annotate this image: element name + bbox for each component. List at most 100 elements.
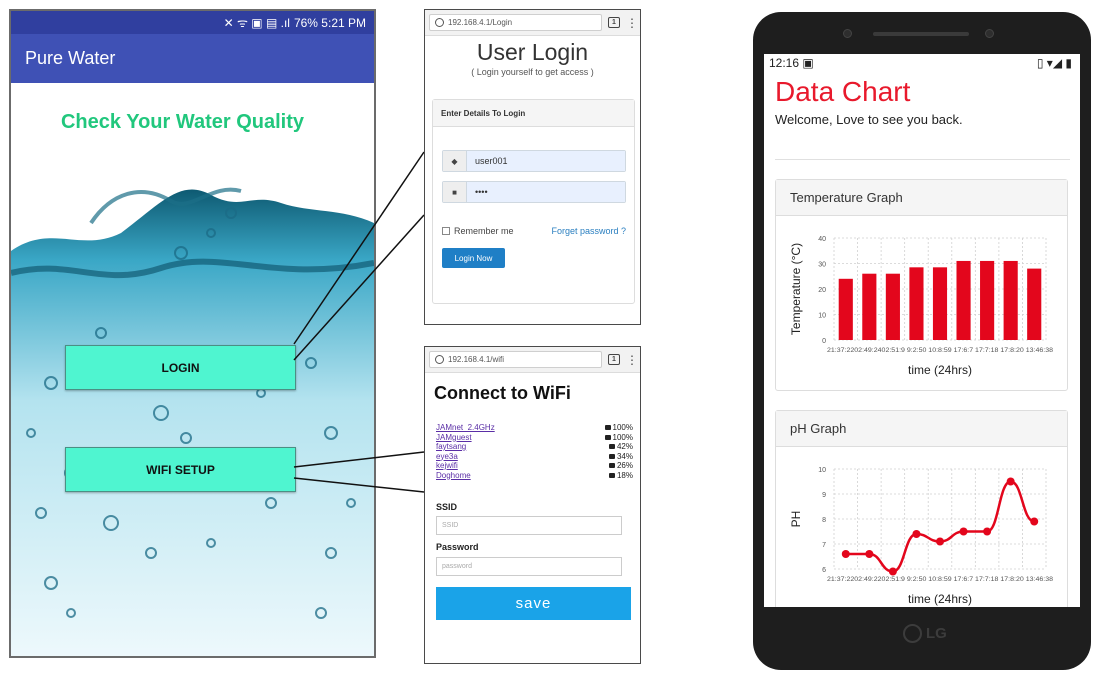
network-name[interactable]: eye3a xyxy=(436,452,458,462)
app-bar: Pure Water xyxy=(11,34,374,83)
login-browser-window: 192.168.4.1/Login 1 ⋮ User Login ( Login… xyxy=(424,9,641,325)
menu-icon[interactable]: ⋮ xyxy=(626,354,638,366)
y-tick-label: 40 xyxy=(818,236,826,243)
data-point xyxy=(912,530,921,538)
wifi-browser-window: 192.168.4.1/wifi 1 ⋮ Connect to WiFi JAM… xyxy=(424,346,641,664)
network-signal: 26% xyxy=(616,461,633,470)
network-row[interactable]: JAMnet_2.4GHz 100% xyxy=(436,423,633,433)
ssid-input[interactable]: SSID xyxy=(436,516,622,535)
lock-icon xyxy=(604,434,611,440)
bar xyxy=(909,267,924,340)
speaker-grille xyxy=(873,32,969,36)
status-time: 12:16 xyxy=(769,56,800,70)
ph-graph-card: pH Graph 6 7 8 9 10 21:37:2202:49:2202:51:9 9… xyxy=(775,410,1068,607)
network-row[interactable]: JAMguest 100% xyxy=(436,433,633,443)
remember-label: Remember me xyxy=(454,226,514,236)
headline: Check Your Water Quality xyxy=(60,111,305,133)
bar xyxy=(980,260,995,340)
tag-icon: ◆ xyxy=(443,151,467,171)
x-tick-labels: 21:37:2202:49:2402:51:9 9:2:50 10:8:59 1… xyxy=(827,347,1053,354)
temperature-graph-heading: Temperature Graph xyxy=(776,180,1067,216)
temperature-chart: 0 10 20 30 40 21:37:2202:49:2402:51:9 9:2:50 … xyxy=(789,236,1053,377)
sensor-icon xyxy=(985,29,994,38)
remember-me[interactable]: Remember me xyxy=(442,226,514,236)
username-field[interactable]: ◆ user001 xyxy=(442,150,626,172)
lock-icon xyxy=(608,444,615,449)
network-signal: 42% xyxy=(616,442,633,451)
data-point xyxy=(841,550,850,558)
bar xyxy=(838,278,853,340)
network-name[interactable]: kejwifi xyxy=(436,461,458,471)
tabs-icon[interactable]: 1 xyxy=(608,17,620,28)
browser-toolbar: 192.168.4.1/Login 1 ⋮ xyxy=(425,10,640,36)
y-tick-label: 20 xyxy=(818,287,826,294)
x-tick-labels: 21:37:2202:49:2202:51:9 9:2:50 10:8:59 1… xyxy=(827,576,1053,583)
divider xyxy=(775,159,1070,160)
ph-chart: 6 7 8 9 10 21:37:2202:49:2202:51:9 9:2:50 10:… xyxy=(789,467,1053,606)
network-row[interactable]: Doghome 18% xyxy=(436,471,633,481)
lock-icon xyxy=(608,453,615,459)
x-axis-label: time (24hrs) xyxy=(908,363,972,377)
lg-logo: LG xyxy=(903,624,947,643)
globe-icon xyxy=(435,18,444,27)
y-tick-label: 9 xyxy=(822,492,826,499)
password-value[interactable]: •••• xyxy=(467,182,625,202)
ph-graph-heading: pH Graph xyxy=(776,411,1067,447)
app-title: Pure Water xyxy=(25,48,116,68)
wifi-setup-button[interactable]: WIFI SETUP xyxy=(65,447,296,492)
browser-toolbar: 192.168.4.1/wifi 1 ⋮ xyxy=(425,347,640,373)
ssid-label: SSID xyxy=(436,502,458,512)
save-button[interactable]: save xyxy=(436,587,631,620)
image-icon: ▣ xyxy=(802,56,814,70)
url-text: 192.168.4.1/Login xyxy=(448,18,513,27)
login-now-button[interactable]: Login Now xyxy=(442,248,505,268)
password-field[interactable]: ■ •••• xyxy=(442,181,626,203)
temperature-graph-card: Temperature Graph 0 10 20 30 40 21:37:2202:49… xyxy=(775,179,1068,391)
phone-screen: 12:16 ▣ ▯ ▾◢ ▮ Data Chart Welcome, Love … xyxy=(764,54,1080,607)
bar xyxy=(956,260,971,340)
status-time: 76% 5:21 PM xyxy=(293,15,366,30)
bar xyxy=(862,273,877,340)
network-list: JAMnet_2.4GHz 100% JAMguest 100% faytsang 4… xyxy=(436,423,633,480)
data-point xyxy=(936,537,944,546)
app-body: Check Your Water Quality LOGIN WIFI SETU… xyxy=(11,83,374,656)
menu-icon[interactable]: ⋮ xyxy=(626,17,638,29)
y-tick-label: 30 xyxy=(818,262,826,269)
x-axis-label: time (24hrs) xyxy=(908,592,972,606)
tabs-icon[interactable]: 1 xyxy=(608,354,620,365)
data-point xyxy=(1030,517,1039,526)
pure-water-app-screen: ✕ ᯤ ▣ ▤ .ıl 76% 5:21 PM Pure Water Check… xyxy=(9,9,376,658)
series-line xyxy=(845,480,1035,573)
lg-logo-icon xyxy=(903,624,922,643)
lg-brand: LG xyxy=(926,625,947,642)
network-row[interactable]: eye3a 34% xyxy=(436,452,633,462)
data-point xyxy=(983,527,992,536)
network-name[interactable]: JAMnet_2.4GHz xyxy=(436,423,495,433)
lock-icon xyxy=(604,425,611,430)
password-input[interactable]: password xyxy=(436,557,622,576)
login-card-heading: Enter Details To Login xyxy=(433,100,634,127)
network-row[interactable]: kejwifi 26% xyxy=(436,461,633,471)
username-value[interactable]: user001 xyxy=(467,151,625,171)
y-tick-label: 7 xyxy=(822,542,826,549)
address-bar[interactable]: 192.168.4.1/wifi xyxy=(429,351,602,368)
data-point xyxy=(1006,477,1015,486)
network-name[interactable]: faytsang xyxy=(436,442,466,452)
page-title: Data Chart xyxy=(775,76,911,107)
address-bar[interactable]: 192.168.4.1/Login xyxy=(429,14,602,31)
signal-icon: ✕ ᯤ ▣ ▤ .ıl xyxy=(223,16,290,30)
bar xyxy=(1003,260,1018,340)
remember-checkbox[interactable] xyxy=(442,227,450,235)
login-title: User Login xyxy=(476,39,589,65)
y-tick-label: 6 xyxy=(822,567,826,574)
login-button[interactable]: LOGIN xyxy=(65,345,296,390)
url-text: 192.168.4.1/wifi xyxy=(448,355,505,364)
status-bar: ✕ ᯤ ▣ ▤ .ıl 76% 5:21 PM xyxy=(11,11,374,34)
network-name[interactable]: Doghome xyxy=(436,471,471,481)
forgot-password-link[interactable]: Forget password ? xyxy=(551,226,626,236)
login-subtitle: ( Login yourself to get access ) xyxy=(471,67,594,77)
network-signal: 18% xyxy=(616,470,633,480)
welcome-text: Welcome, Love to see you back. xyxy=(775,112,963,127)
network-row[interactable]: faytsang 42% xyxy=(436,442,633,452)
network-name[interactable]: JAMguest xyxy=(436,433,472,443)
